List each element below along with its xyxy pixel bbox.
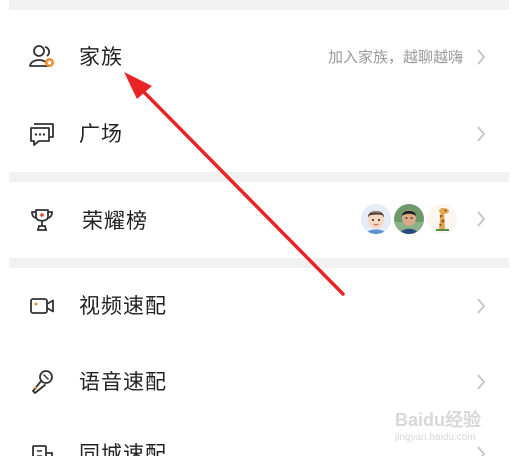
family-user-icon (28, 42, 56, 70)
baidu-watermark: Baidu经验 jingyan.baidu.com (393, 400, 509, 444)
chevron-right-icon (475, 209, 487, 229)
menu-item-label: 家族 (79, 45, 123, 69)
menu-item-square[interactable]: 广场 (9, 98, 509, 172)
menu-item-label: 荣耀榜 (82, 209, 148, 233)
video-camera-icon (28, 292, 56, 320)
section-divider (9, 258, 509, 268)
chat-bubble-icon (28, 120, 56, 148)
chevron-right-icon (475, 296, 487, 316)
svg-text:jingyan.baidu.com: jingyan.baidu.com (394, 432, 476, 443)
chevron-right-icon (475, 124, 487, 144)
menu-item-label: 广场 (79, 122, 123, 146)
menu-item-ranking[interactable]: 荣耀榜 (9, 182, 509, 258)
menu-item-label: 视频速配 (79, 294, 167, 318)
city-icon (28, 442, 56, 456)
section-divider (9, 172, 509, 182)
microphone-icon (28, 368, 56, 396)
trophy-icon (28, 206, 56, 234)
menu-item-label: 语音速配 (79, 370, 167, 394)
chevron-right-icon (475, 47, 487, 67)
giraffe-avatar (427, 204, 457, 234)
chevron-right-icon (475, 444, 487, 456)
chevron-right-icon (475, 372, 487, 392)
family-hint-text: 加入家族，越聊越嗨 (327, 48, 463, 66)
cartoon-boy-avatar (361, 204, 391, 234)
section-divider (9, 0, 509, 10)
photo-boy-avatar (394, 204, 424, 234)
svg-text:Baidu经验: Baidu经验 (395, 409, 482, 430)
menu-item-video-match[interactable]: 视频速配 (9, 268, 509, 344)
menu-item-family[interactable]: 家族 加入家族，越聊越嗨 (9, 10, 509, 98)
menu-item-label: 同城速配 (79, 442, 167, 456)
